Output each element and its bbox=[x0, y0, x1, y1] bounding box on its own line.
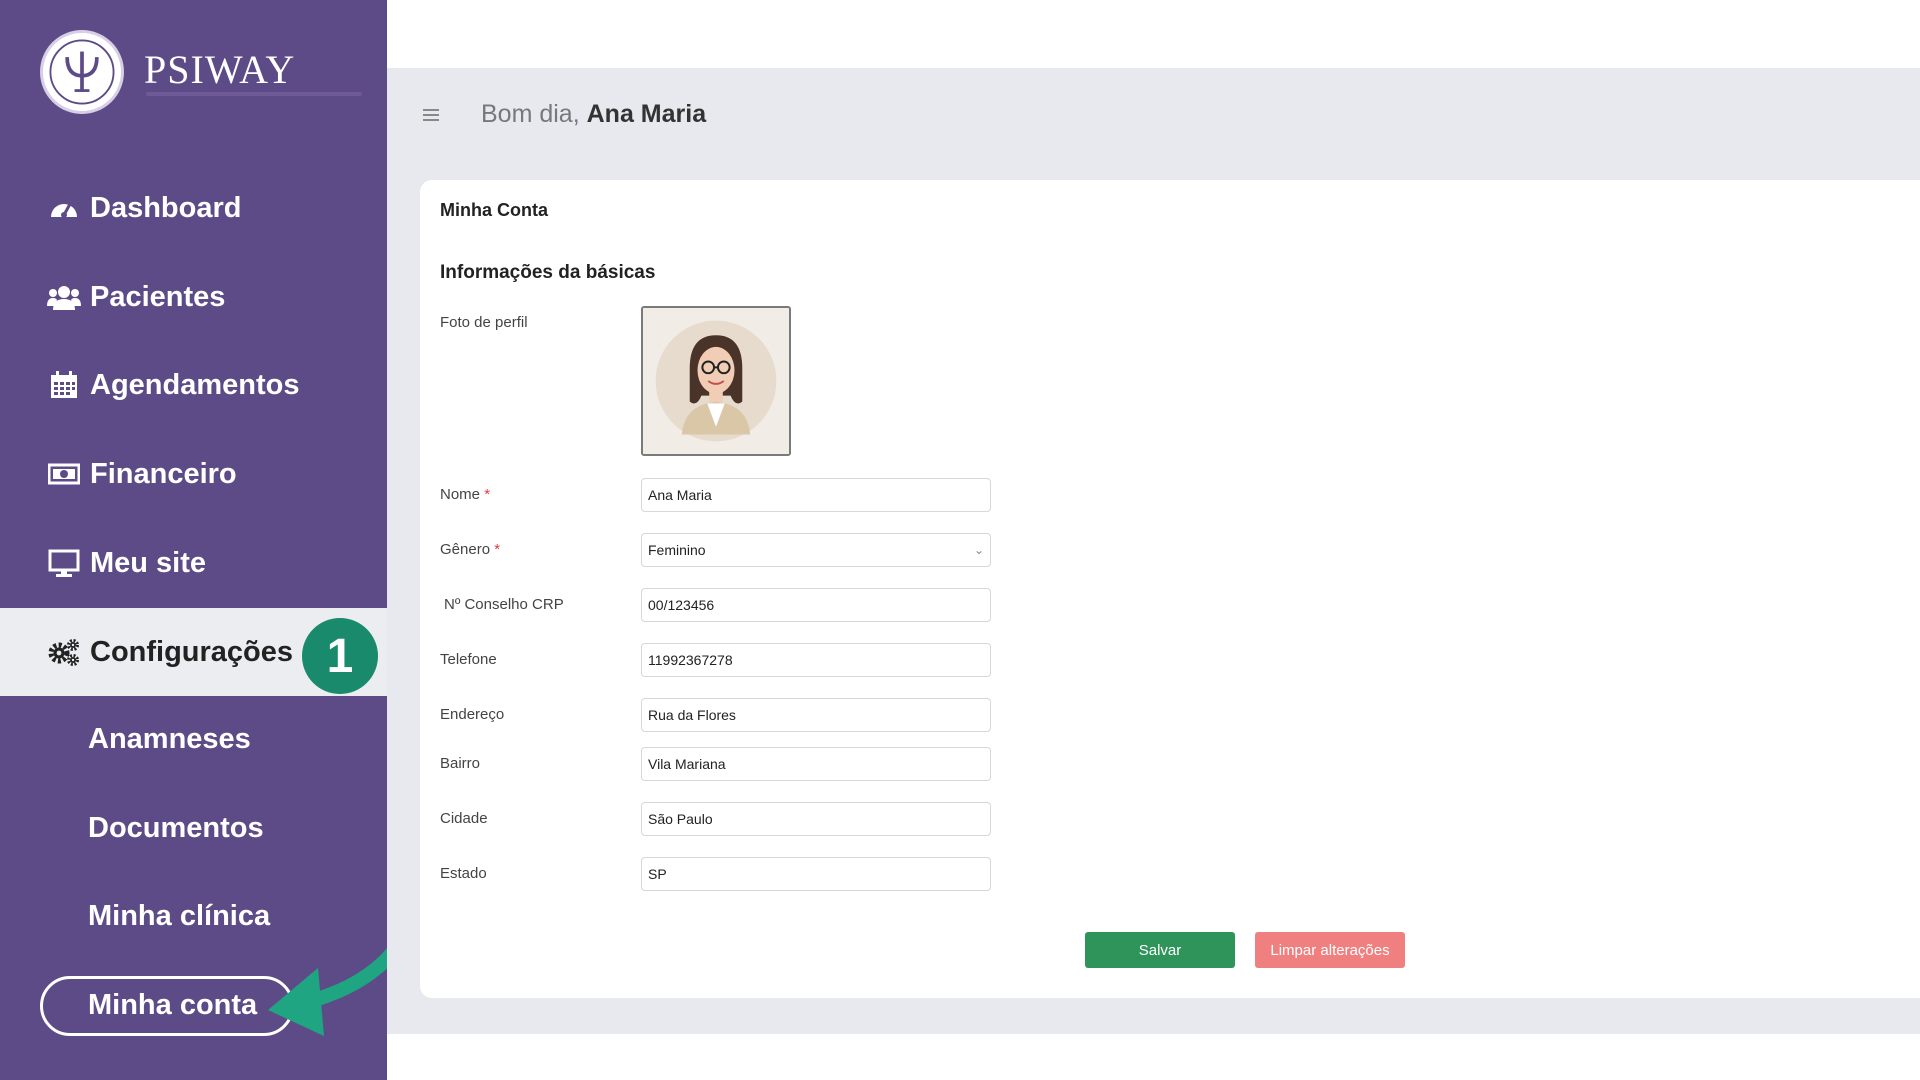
sidebar-item-label: Configurações bbox=[90, 635, 294, 668]
bairro-input[interactable]: Vila Mariana bbox=[641, 747, 991, 781]
field-label-nome: Nome * bbox=[440, 486, 491, 503]
nome-input[interactable]: Ana Maria bbox=[641, 478, 991, 512]
sidebar-subitem-anamneses[interactable]: Anamneses bbox=[88, 723, 251, 756]
field-label-estado: Estado bbox=[440, 865, 487, 882]
sidebar-item-pacientes[interactable]: Pacientes bbox=[0, 253, 387, 341]
field-label-bairro: Bairro bbox=[440, 755, 481, 772]
clear-changes-button[interactable]: Limpar alterações bbox=[1255, 932, 1405, 968]
step-badge: 1 bbox=[302, 618, 378, 694]
greeting: Bom dia, Ana Maria bbox=[481, 100, 706, 129]
greeting-text: Bom dia, bbox=[481, 100, 580, 128]
genero-select[interactable]: Feminino ⌄ bbox=[641, 533, 991, 567]
money-icon bbox=[46, 459, 82, 489]
user-name: Ana Maria bbox=[586, 100, 707, 128]
genero-value: Feminino bbox=[648, 542, 706, 558]
save-button[interactable]: Salvar bbox=[1085, 932, 1235, 968]
sidebar-item-meu-site[interactable]: Meu site bbox=[0, 519, 387, 607]
sidebar-item-agendamentos[interactable]: Agendamentos bbox=[0, 341, 387, 429]
profile-photo[interactable] bbox=[641, 306, 791, 456]
field-label-crp: Nº Conselho CRP bbox=[444, 596, 564, 613]
field-label-telefone: Telefone bbox=[440, 651, 497, 668]
calendar-icon bbox=[46, 370, 82, 400]
field-label-endereco: Endereço bbox=[440, 706, 505, 723]
brand-logo[interactable]: PSIWAY bbox=[40, 30, 400, 120]
crp-input[interactable]: 00/123456 bbox=[641, 588, 991, 622]
field-label-genero: Gênero * bbox=[440, 541, 501, 558]
sidebar-item-label: Agendamentos bbox=[90, 368, 300, 401]
field-label-cidade: Cidade bbox=[440, 810, 488, 827]
sidebar-subitem-documentos[interactable]: Documentos bbox=[88, 812, 264, 845]
gears-icon bbox=[46, 637, 82, 667]
chevron-down-icon: ⌄ bbox=[973, 543, 984, 557]
hamburger-icon[interactable] bbox=[421, 106, 441, 124]
sidebar-item-label: Pacientes bbox=[90, 280, 226, 313]
sidebar-item-label: Financeiro bbox=[90, 457, 237, 490]
section-title: Informações da básicas bbox=[440, 262, 656, 283]
sidebar-subitem-minha-clinica[interactable]: Minha clínica bbox=[88, 900, 270, 933]
brand-tagline-line bbox=[146, 92, 362, 96]
sidebar-item-financeiro[interactable]: Financeiro bbox=[0, 430, 387, 518]
endereco-input[interactable]: Rua da Flores bbox=[641, 698, 991, 732]
sidebar-item-label: Dashboard bbox=[90, 191, 242, 224]
psi-logo-icon bbox=[40, 30, 124, 114]
brand-name: PSIWAY bbox=[144, 47, 296, 92]
monitor-icon bbox=[46, 548, 82, 578]
telefone-input[interactable]: 11992367278 bbox=[641, 643, 991, 677]
sidebar-item-dashboard[interactable]: Dashboard bbox=[0, 164, 387, 252]
cidade-input[interactable]: São Paulo bbox=[641, 802, 991, 836]
photo-label: Foto de perfil bbox=[440, 314, 528, 331]
sidebar-item-label: Meu site bbox=[90, 546, 207, 579]
estado-input[interactable]: SP bbox=[641, 857, 991, 891]
card-title: Minha Conta bbox=[440, 200, 548, 220]
sidebar-subitem-minha-conta[interactable]: Minha conta bbox=[88, 989, 257, 1022]
users-icon bbox=[46, 282, 82, 312]
dashboard-icon bbox=[46, 193, 82, 223]
